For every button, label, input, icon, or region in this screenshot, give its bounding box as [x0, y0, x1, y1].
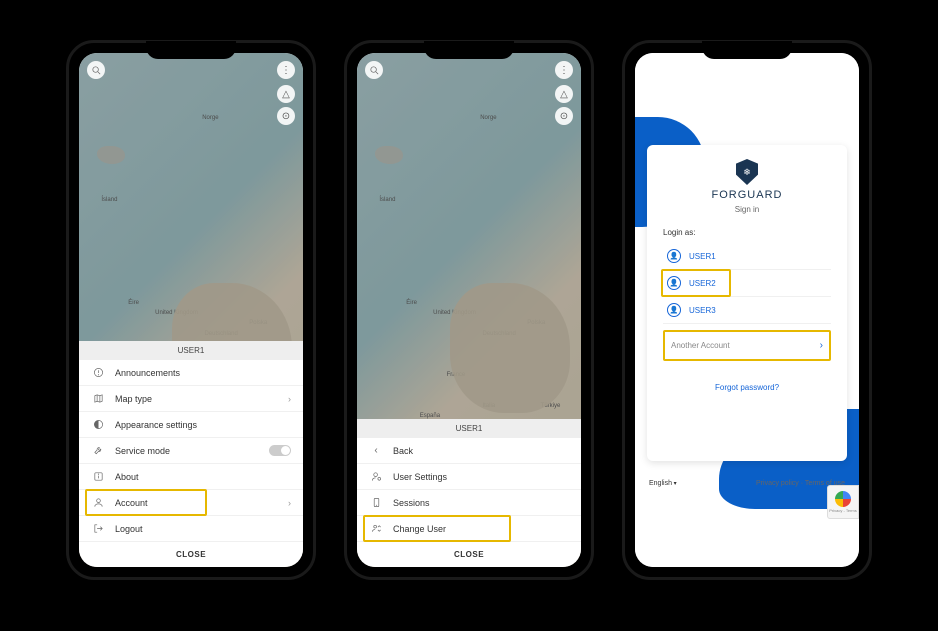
menu-about[interactable]: About — [79, 464, 303, 490]
wrench-icon — [91, 445, 105, 456]
close-button[interactable]: CLOSE — [79, 542, 303, 567]
login-screen: ❄ FORGUARD Sign in Login as: 👤 USER1 👤 U… — [635, 53, 859, 567]
phone-mockup-3: ❄ FORGUARD Sign in Login as: 👤 USER1 👤 U… — [622, 40, 872, 580]
alert-icon[interactable]: △ — [277, 85, 295, 103]
alert-icon[interactable]: △ — [555, 85, 573, 103]
signin-label: Sign in — [735, 205, 759, 214]
user-icon: 👤 — [667, 303, 681, 317]
menu-logout[interactable]: Logout — [79, 516, 303, 542]
menu-change-user[interactable]: Change User — [357, 516, 581, 542]
recaptcha-text: Privacy - Terms — [829, 508, 856, 513]
phone-mockup-2: Norge Ísland Éire United Kingdom Deutsch… — [344, 40, 594, 580]
menu-user-settings[interactable]: User Settings — [357, 464, 581, 490]
user-option-3[interactable]: 👤 USER3 — [663, 297, 831, 324]
footer-row: English Privacy policy · Terms of use — [649, 480, 845, 487]
location-icon[interactable]: ⊙ — [277, 107, 295, 125]
user-icon: 👤 — [667, 249, 681, 263]
menu-label: About — [115, 472, 291, 482]
menu-sessions[interactable]: Sessions — [357, 490, 581, 516]
menu-back[interactable]: ‹ Back — [357, 438, 581, 464]
recaptcha-icon — [835, 491, 851, 507]
brand-block: ❄ FORGUARD Sign in — [663, 159, 831, 214]
menu-announcements[interactable]: Announcements — [79, 360, 303, 386]
language-selector[interactable]: English — [649, 480, 677, 487]
close-button[interactable]: CLOSE — [357, 542, 581, 567]
menu-label: Appearance settings — [115, 420, 291, 430]
screen-3: ❄ FORGUARD Sign in Login as: 👤 USER1 👤 U… — [635, 53, 859, 567]
another-account-label: Another Account — [671, 341, 730, 350]
announcements-icon — [91, 367, 105, 378]
info-icon — [91, 471, 105, 482]
toggle-off[interactable] — [269, 445, 291, 456]
menu-label: Service mode — [115, 446, 269, 456]
recaptcha-badge[interactable]: Privacy - Terms — [827, 485, 859, 519]
menu-appearance[interactable]: Appearance settings — [79, 412, 303, 438]
device-icon — [369, 497, 383, 508]
search-icon[interactable] — [365, 61, 383, 79]
sheet-header: USER1 — [79, 341, 303, 360]
menu-label: Account — [115, 498, 288, 508]
map-icon — [91, 393, 105, 404]
logout-icon — [91, 523, 105, 534]
brand-name: FORGUARD — [712, 189, 783, 201]
menu-account[interactable]: Account › — [79, 490, 303, 516]
forgot-password-link[interactable]: Forgot password? — [663, 383, 831, 392]
chevron-right-icon: › — [820, 340, 823, 351]
user-label: USER3 — [689, 306, 716, 315]
menu-label: Sessions — [393, 498, 569, 508]
another-account-button[interactable]: Another Account › — [663, 330, 831, 361]
appearance-icon — [91, 419, 105, 430]
menu-label: Change User — [393, 524, 569, 534]
menu-label: User Settings — [393, 472, 569, 482]
search-icon[interactable] — [87, 61, 105, 79]
menu-label: Map type — [115, 394, 288, 404]
login-as-label: Login as: — [663, 228, 831, 237]
screen-2: Norge Ísland Éire United Kingdom Deutsch… — [357, 53, 581, 567]
menu-service-mode[interactable]: Service mode — [79, 438, 303, 464]
switch-user-icon — [369, 523, 383, 534]
chevron-right-icon: › — [288, 394, 291, 404]
phone-mockup-1: Norge Ísland Éire United Kingdom Deutsch… — [66, 40, 316, 580]
menu-label: Back — [393, 446, 569, 456]
location-icon[interactable]: ⊙ — [555, 107, 573, 125]
user-label: USER2 — [689, 279, 716, 288]
more-icon[interactable]: ⋮ — [555, 61, 573, 79]
user-label: USER1 — [689, 252, 716, 261]
shield-icon: ❄ — [736, 159, 758, 185]
account-sheet: USER1 ‹ Back User Settings Sessions Chan… — [357, 419, 581, 567]
menu-label: Announcements — [115, 368, 291, 378]
privacy-link[interactable]: Privacy policy — [756, 480, 799, 487]
sheet-header: USER1 — [357, 419, 581, 438]
login-card: ❄ FORGUARD Sign in Login as: 👤 USER1 👤 U… — [647, 145, 847, 461]
user-option-1[interactable]: 👤 USER1 — [663, 243, 831, 270]
menu-label: Logout — [115, 524, 291, 534]
chevron-right-icon: › — [288, 498, 291, 508]
menu-map-type[interactable]: Map type › — [79, 386, 303, 412]
screen-1: Norge Ísland Éire United Kingdom Deutsch… — [79, 53, 303, 567]
more-icon[interactable]: ⋮ — [277, 61, 295, 79]
person-icon — [91, 497, 105, 508]
chevron-left-icon: ‹ — [369, 445, 383, 456]
person-settings-icon — [369, 471, 383, 482]
settings-sheet: USER1 Announcements Map type › Appearanc… — [79, 341, 303, 567]
user-icon: 👤 — [667, 276, 681, 290]
user-option-2[interactable]: 👤 USER2 — [663, 270, 831, 297]
